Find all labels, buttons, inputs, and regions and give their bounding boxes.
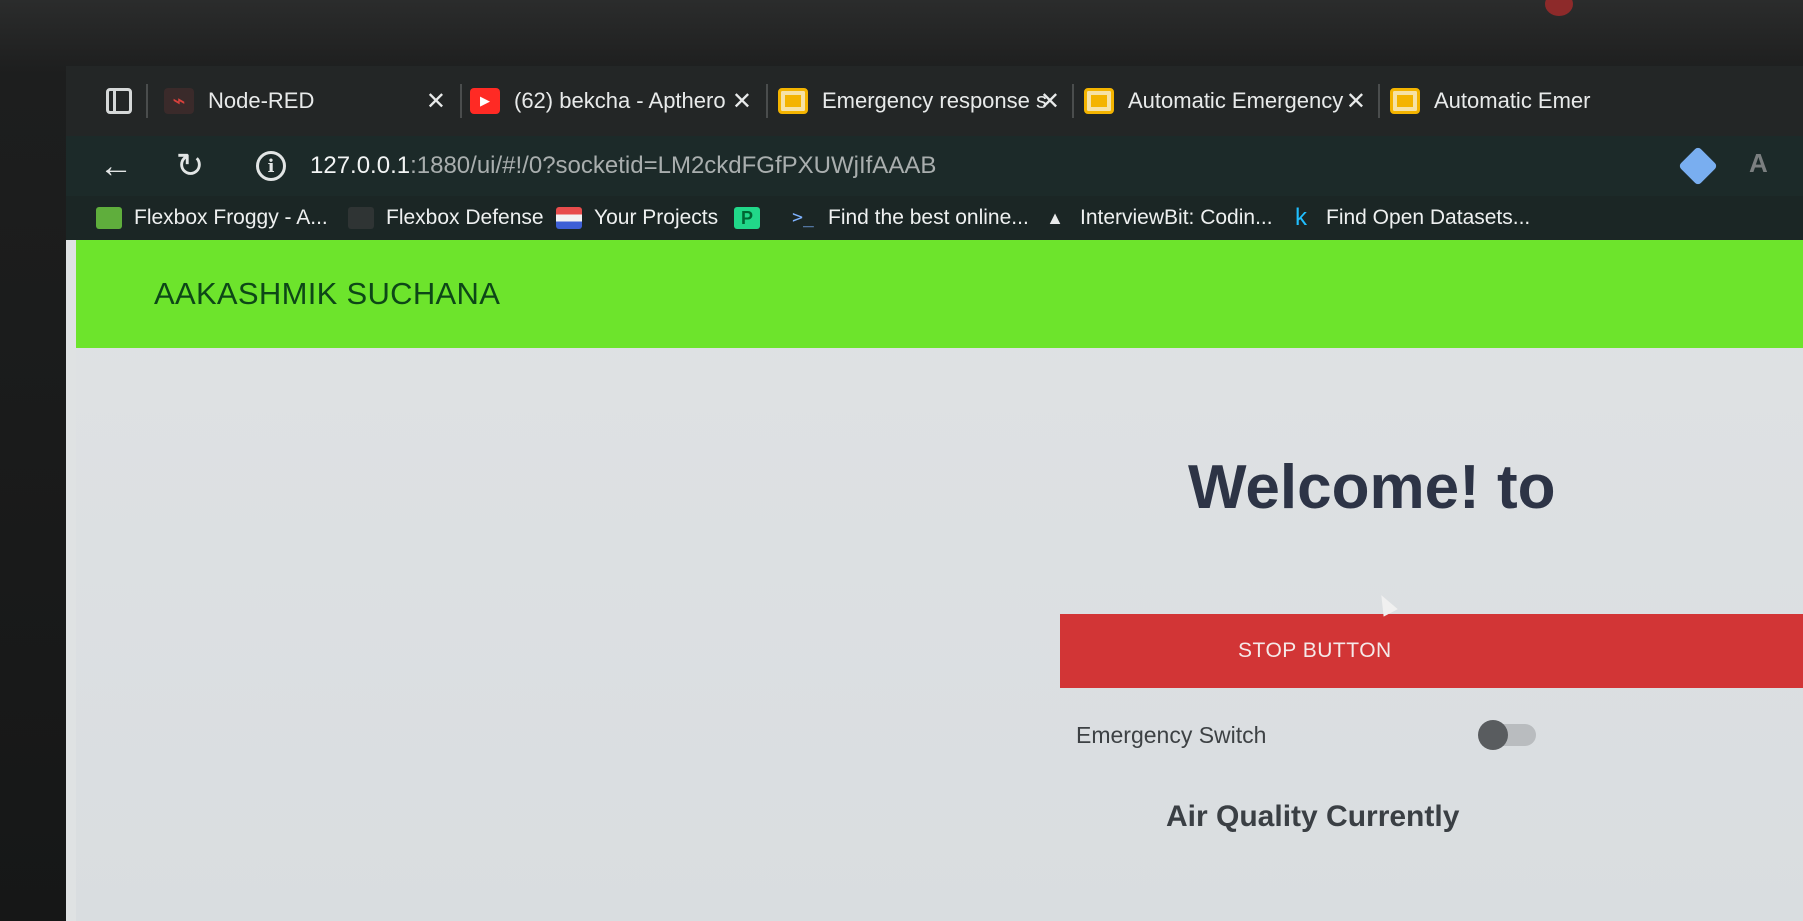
tab-actions-icon[interactable] — [106, 88, 132, 114]
close-icon[interactable]: ✕ — [732, 87, 752, 116]
back-icon[interactable]: ← — [96, 146, 136, 186]
close-icon[interactable]: ✕ — [1346, 87, 1366, 116]
bookmark-interviewbit[interactable]: ▲ InterviewBit: Codin... — [1042, 202, 1273, 234]
read-aloud-icon[interactable]: A — [1749, 148, 1768, 179]
bookmark-find-best-online[interactable]: >_ Find the best online... — [790, 202, 1029, 234]
slides-icon — [1084, 88, 1114, 114]
url-host: 127.0.0.1 — [310, 152, 411, 179]
terminal-icon: >_ — [792, 207, 814, 228]
pycharm-icon: P — [734, 207, 760, 229]
tab-separator — [460, 84, 462, 118]
kaggle-icon: k — [1295, 204, 1307, 231]
tab-emergency-response[interactable]: Emergency response s ✕ — [778, 74, 1060, 128]
froggy-icon — [96, 207, 122, 229]
welcome-heading: Welcome! to — [1188, 453, 1556, 522]
tab-node-red[interactable]: ⌁ Node-RED ✕ — [164, 74, 446, 128]
projects-icon — [556, 207, 582, 229]
tab-separator — [1378, 84, 1380, 118]
url-path: :1880/ui/#!/0?socketid=LM2ckdFGfPXUWjIfA… — [410, 152, 937, 179]
bookmark-pycharm[interactable]: P — [734, 202, 772, 234]
tab-automatic-emergency[interactable]: Automatic Emergency ✕ — [1084, 74, 1366, 128]
node-red-icon: ⌁ — [164, 88, 194, 114]
emergency-switch-label: Emergency Switch — [1076, 722, 1267, 748]
info-icon[interactable]: i — [256, 151, 286, 181]
tab-title: Node-RED — [208, 88, 315, 113]
bookmark-label: Flexbox Froggy - A... — [134, 206, 328, 229]
close-icon[interactable]: ✕ — [426, 87, 446, 116]
air-quality-heading: Air Quality Currently — [1166, 800, 1460, 833]
bookmark-flexbox-froggy[interactable]: Flexbox Froggy - A... — [96, 202, 328, 234]
address-bar[interactable]: i 127.0.0.1:1880/ui/#!/0?socketid=LM2ckd… — [256, 142, 1556, 190]
bookmark-label: Find Open Datasets... — [1326, 206, 1531, 229]
bookmark-label: Find the best online... — [828, 206, 1029, 229]
mouse-cursor-icon — [1374, 591, 1398, 617]
tab-title: Automatic Emer — [1434, 88, 1591, 113]
bookmarks-bar: Flexbox Froggy - A... Flexbox Defense Yo… — [66, 196, 1803, 240]
close-icon[interactable]: ✕ — [1040, 87, 1060, 116]
tab-separator — [1072, 84, 1074, 118]
slides-icon — [778, 88, 808, 114]
browser-window: ⌁ Node-RED ✕ ▶ (62) bekcha - Apthero ✕ E… — [66, 66, 1803, 921]
bookmark-label: Your Projects — [594, 206, 719, 229]
dashboard-page: AAKASHMIK SUCHANA Welcome! to STOP BUTTO… — [76, 240, 1803, 921]
dashboard-header: AAKASHMIK SUCHANA — [76, 240, 1803, 348]
page-title: AAKASHMIK SUCHANA — [154, 276, 501, 311]
bookmark-find-open-datasets[interactable]: k Find Open Datasets... — [1288, 202, 1530, 234]
tab-separator — [146, 84, 148, 118]
tab-strip: ⌁ Node-RED ✕ ▶ (62) bekcha - Apthero ✕ E… — [66, 66, 1803, 136]
tab-automatic-emergency-2[interactable]: Automatic Emer — [1390, 74, 1803, 128]
address-toolbar: ← ↻ i 127.0.0.1:1880/ui/#!/0?socketid=LM… — [66, 136, 1803, 196]
slides-icon — [1390, 88, 1420, 114]
bookmark-label: InterviewBit: Codin... — [1080, 206, 1273, 229]
tag-icon[interactable] — [1678, 146, 1718, 186]
tab-youtube[interactable]: ▶ (62) bekcha - Apthero ✕ — [470, 74, 752, 128]
bookmark-flexbox-defense[interactable]: Flexbox Defense — [348, 202, 544, 234]
tab-title: Automatic Emergency — [1128, 88, 1344, 113]
emergency-switch-toggle[interactable] — [1478, 720, 1536, 750]
interviewbit-icon: ▲ — [1046, 208, 1064, 228]
tab-title: Emergency response s — [822, 88, 1046, 113]
bezel-light — [1545, 0, 1573, 16]
tab-separator — [766, 84, 768, 118]
defense-icon — [348, 207, 374, 229]
toggle-knob — [1478, 720, 1508, 750]
tab-title: (62) bekcha - Apthero — [514, 88, 726, 113]
youtube-icon: ▶ — [470, 88, 500, 114]
reload-icon[interactable]: ↻ — [170, 146, 210, 186]
stop-button[interactable]: STOP BUTTON — [1060, 614, 1803, 688]
bookmark-your-projects[interactable]: Your Projects — [556, 202, 718, 234]
bookmark-label: Flexbox Defense — [386, 206, 544, 229]
